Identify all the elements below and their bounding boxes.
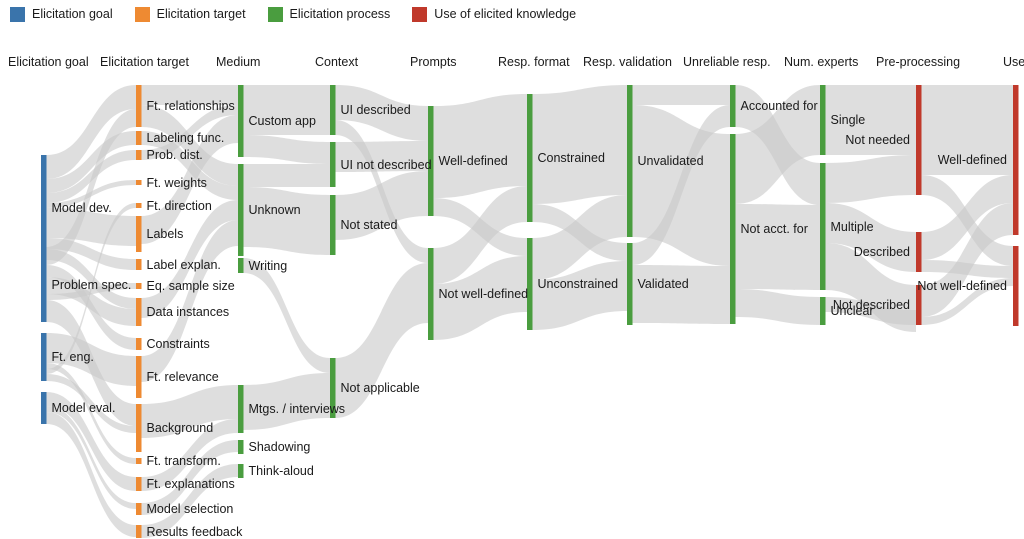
- node-label-med_custom_app: Custom app: [248, 114, 316, 128]
- sankey-node-tgt_ft_transform[interactable]: [136, 458, 142, 464]
- sankey-node-tgt_constraints[interactable]: [136, 338, 142, 350]
- node-label-tgt_model_sel: Model selection: [146, 502, 234, 516]
- sankey-node-tgt_model_sel[interactable]: [136, 503, 142, 515]
- sankey-node-med_mtgs[interactable]: [238, 385, 244, 433]
- node-label-use_not_well_def: Not well-defined: [917, 279, 1007, 293]
- node-label-ur_accounted: Accounted for: [740, 99, 818, 113]
- node-label-use_well_def: Well-defined: [937, 153, 1007, 167]
- node-label-ctx_not_applic: Not applicable: [340, 381, 420, 395]
- node-label-pp_not_described: Not described: [832, 298, 910, 312]
- node-label-ctx_not_stated: Not stated: [340, 218, 398, 232]
- sankey-node-pp_described[interactable]: [916, 232, 922, 272]
- node-label-med_unknown: Unknown: [248, 203, 301, 217]
- sankey-node-ctx_ui_desc[interactable]: [330, 85, 336, 135]
- node-label-goal_ft_eng: Ft. eng.: [51, 350, 94, 364]
- node-label-tgt_lab_explan: Label explan.: [146, 257, 221, 272]
- node-label-tgt_ft_weights: Ft. weights: [146, 175, 207, 190]
- node-label-med_writing: Writing: [248, 258, 288, 273]
- sankey-node-ne_multiple[interactable]: [820, 163, 826, 290]
- node-label-tgt_labels: Labels: [146, 227, 184, 241]
- node-label-pp_described: Described: [853, 245, 910, 259]
- sankey-node-goal_model_eval[interactable]: [41, 392, 47, 424]
- sankey-link: [243, 258, 330, 373]
- sankey-node-med_think_aloud[interactable]: [238, 464, 244, 478]
- node-label-tgt_background: Background: [146, 421, 214, 435]
- node-label-tgt_ft_rel: Ft. relationships: [146, 99, 235, 113]
- sankey-link: [243, 187, 330, 255]
- node-label-tgt_ft_dir: Ft. direction: [146, 198, 212, 213]
- sankey-node-pp_not_needed[interactable]: [916, 85, 922, 195]
- sankey-node-ur_accounted[interactable]: [730, 85, 736, 127]
- sankey-node-med_shadowing[interactable]: [238, 440, 244, 454]
- sankey-diagram-root: Elicitation goal Elicitation target Elicit…: [0, 0, 1024, 538]
- sankey-link: [243, 164, 330, 187]
- sankey-node-use_well_def[interactable]: [1013, 85, 1019, 235]
- node-label-tgt_constraints: Constraints: [146, 337, 210, 351]
- sankey-node-use_not_well_def[interactable]: [1013, 246, 1019, 326]
- sankey-node-tgt_results_fb[interactable]: [136, 525, 142, 538]
- node-label-tgt_ft_relev: Ft. relevance: [146, 370, 219, 384]
- sankey-node-tgt_ft_explan[interactable]: [136, 477, 142, 491]
- node-label-med_shadowing: Shadowing: [248, 440, 311, 454]
- sankey-link: [632, 85, 730, 105]
- node-label-ne_multiple: Multiple: [830, 219, 874, 234]
- node-label-med_mtgs: Mtgs. / interviews: [248, 402, 346, 416]
- node-label-med_think_aloud: Think-aloud: [248, 464, 314, 478]
- node-label-goal_model_eval: Model eval.: [51, 401, 116, 415]
- node-label-tgt_ft_transform: Ft. transform.: [146, 454, 221, 468]
- node-label-tgt_ft_explan: Ft. explanations: [146, 477, 235, 491]
- node-label-ctx_ui_desc: UI described: [340, 103, 411, 117]
- sankey-node-tgt_ft_dir[interactable]: [136, 203, 142, 208]
- sankey-node-tgt_lab_explan[interactable]: [136, 259, 142, 270]
- sankey-node-tgt_ft_rel[interactable]: [136, 85, 142, 127]
- node-label-goal_model_dev: Model dev.: [51, 200, 112, 215]
- sankey-node-goal_ft_eng[interactable]: [41, 333, 47, 381]
- sankey-node-tgt_ft_relev[interactable]: [136, 356, 142, 398]
- node-label-ne_single: Single: [830, 113, 866, 127]
- sankey-node-med_unknown[interactable]: [238, 164, 244, 256]
- node-label-pp_not_needed: Not needed: [845, 133, 910, 147]
- sankey-node-tgt_ft_weights[interactable]: [136, 180, 142, 185]
- sankey-node-med_writing[interactable]: [238, 258, 244, 273]
- sankey-link: [632, 265, 730, 324]
- node-label-tgt_results_fb: Results feedback: [146, 524, 243, 539]
- sankey-node-pr_not_well_def[interactable]: [428, 248, 434, 340]
- node-label-ur_not_acct: Not acct. for: [740, 222, 808, 236]
- sankey-node-goal_model_dev[interactable]: [41, 155, 47, 260]
- sankey-node-tgt_background[interactable]: [136, 404, 142, 452]
